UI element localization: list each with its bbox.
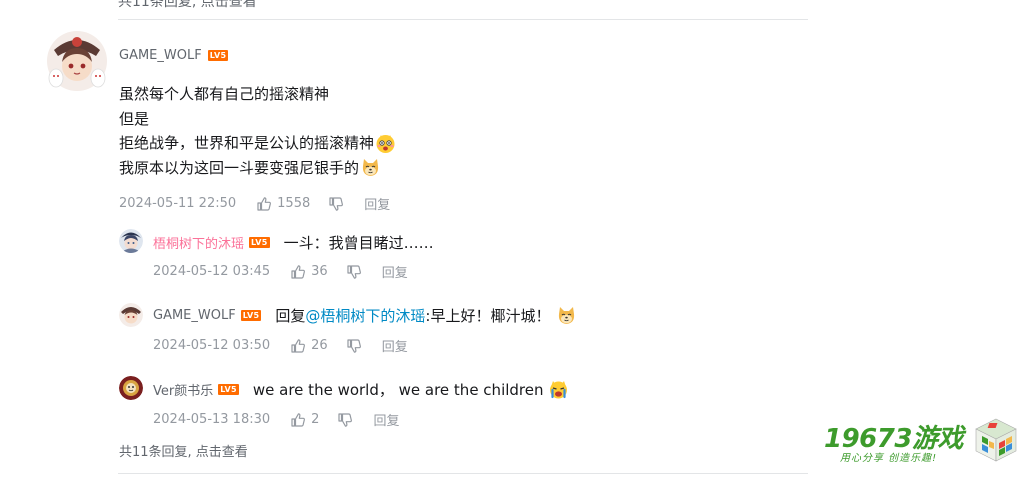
like-button[interactable]: 1558 — [256, 196, 310, 212]
comment-line: 虽然每个人都有自己的摇滚精神 — [119, 82, 396, 107]
cube-logo-icon — [975, 418, 1017, 462]
dislike-button[interactable] — [346, 338, 362, 354]
comment-line: 但是 — [119, 107, 396, 132]
level-badge: LV5 — [218, 384, 239, 395]
thumbs-up-icon — [291, 412, 306, 427]
watermark-slogan: 用心分享 创造乐趣! — [840, 453, 938, 464]
comment-line-text: 虽然每个人都有自己的摇滚精神 — [119, 85, 330, 103]
like-button[interactable]: 26 — [290, 338, 328, 354]
thumbs-down-icon — [338, 412, 353, 427]
thumbs-up-icon — [291, 338, 306, 353]
username[interactable]: 梧桐树下的沐瑶 — [153, 233, 244, 252]
comment-meta: 2024-05-11 22:50 1558 回复 — [119, 194, 390, 213]
reply-prefix: 回复 — [275, 307, 306, 325]
reply-text: we are the world， we are the children — [252, 381, 544, 399]
avatar[interactable] — [46, 30, 108, 92]
reply-button[interactable]: 回复 — [382, 336, 408, 355]
thumbs-up-icon — [257, 196, 272, 211]
comment-line: 我原本以为这回一斗要变强尼银手的 — [119, 156, 396, 181]
comment-line: 拒绝战争，世界和平是公认的摇滚精神 — [119, 131, 396, 156]
divider — [118, 19, 808, 20]
doge-emoji-icon — [556, 305, 577, 326]
thumbs-down-icon — [347, 264, 361, 279]
avatar[interactable] — [119, 376, 143, 400]
thumbs-down-icon — [329, 196, 344, 211]
dislike-button[interactable] — [346, 264, 362, 280]
doge-emoji-icon — [360, 157, 381, 178]
previous-reply-summary[interactable]: 共11条回复, 点击查看 — [118, 0, 257, 11]
username[interactable]: Ver颜书乐 — [153, 380, 213, 399]
thumbs-up-icon — [291, 264, 306, 279]
reply-meta: 2024-05-13 18:30 2 回复 — [153, 410, 399, 429]
view-all-replies-link[interactable]: 共11条回复, 点击查看 — [119, 441, 248, 460]
site-watermark: 19673游戏 用心分享 创造乐趣! — [822, 416, 1022, 468]
reply-text: :早上好！椰汁城！ — [425, 307, 551, 325]
timestamp: 2024-05-11 22:50 — [119, 196, 237, 211]
like-count: 36 — [311, 264, 328, 279]
avatar[interactable] — [119, 229, 143, 253]
reply-line: Ver颜书乐 LV5 we are the world， we are the … — [153, 379, 569, 400]
shocked-emoji-icon — [375, 133, 396, 154]
reply-button[interactable]: 回复 — [373, 410, 399, 429]
dislike-button[interactable] — [328, 196, 344, 212]
reply-line: 梧桐树下的沐瑶 LV5 一斗：我曾目睹过…… — [153, 232, 434, 253]
like-button[interactable]: 36 — [290, 264, 328, 280]
level-badge: LV5 — [240, 310, 262, 321]
divider — [118, 473, 808, 474]
timestamp: 2024-05-12 03:50 — [153, 338, 271, 353]
reply-meta: 2024-05-12 03:45 36 回复 — [153, 262, 408, 281]
thumbs-down-icon — [347, 338, 361, 353]
like-count: 1558 — [277, 196, 311, 211]
level-badge: LV5 — [249, 237, 270, 248]
level-badge: LV5 — [207, 50, 229, 61]
avatar[interactable] — [119, 303, 143, 327]
mention-link[interactable]: @梧桐树下的沐瑶 — [305, 305, 425, 326]
reply-button[interactable]: 回复 — [382, 262, 408, 281]
comment-content: 虽然每个人都有自己的摇滚精神 但是 拒绝战争，世界和平是公认的摇滚精神 我原本以… — [119, 82, 396, 180]
comment-line-text: 拒绝战争，世界和平是公认的摇滚精神 — [119, 134, 375, 152]
timestamp: 2024-05-13 18:30 — [153, 412, 271, 427]
like-count: 2 — [311, 412, 320, 427]
reply-button[interactable]: 回复 — [364, 194, 390, 213]
dislike-button[interactable] — [337, 412, 353, 428]
comment-line-text: 我原本以为这回一斗要变强尼银手的 — [119, 158, 360, 177]
username[interactable]: GAME_WOLF — [153, 308, 236, 323]
like-count: 26 — [311, 338, 328, 353]
like-button[interactable]: 2 — [290, 412, 319, 428]
comment-line-text: 但是 — [119, 109, 150, 128]
timestamp: 2024-05-12 03:45 — [153, 264, 271, 279]
reply-line: GAME_WOLF LV5 回复 @梧桐树下的沐瑶 :早上好！椰汁城！ — [153, 305, 577, 326]
crying-emoji-icon — [548, 379, 569, 400]
reply-text: 一斗：我曾目睹过…… — [283, 234, 434, 252]
username[interactable]: GAME_WOLF — [119, 48, 202, 63]
comment-header: GAME_WOLF LV5 — [119, 48, 229, 63]
reply-meta: 2024-05-12 03:50 26 回复 — [153, 336, 408, 355]
